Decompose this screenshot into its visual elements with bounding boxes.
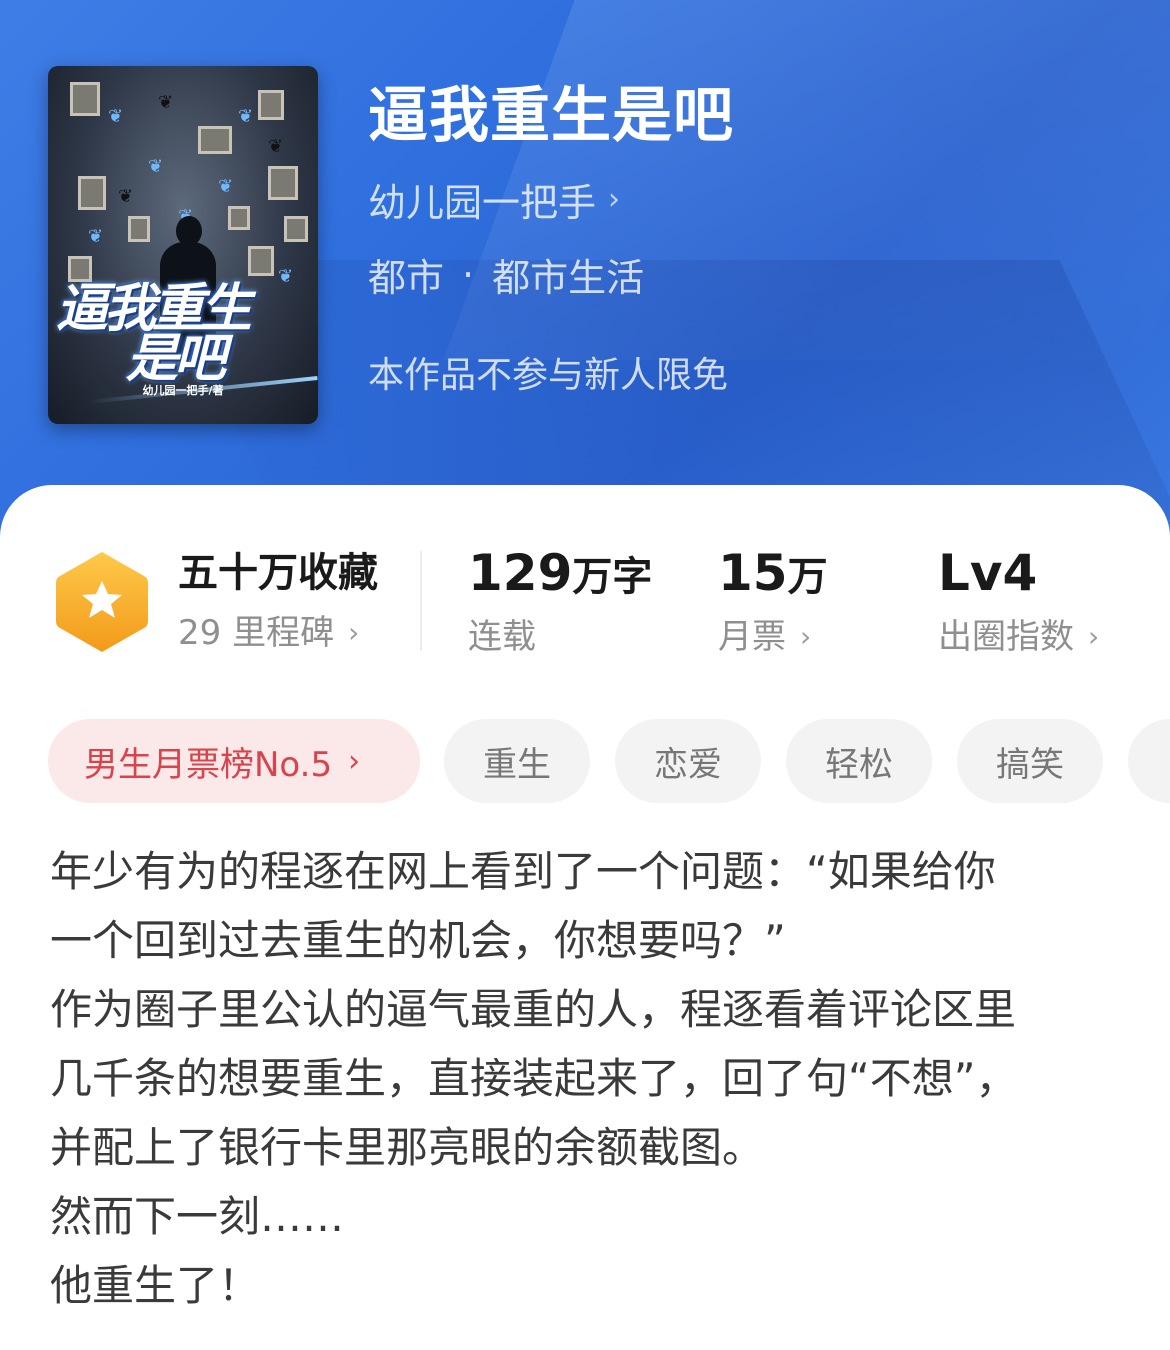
milestone-label: 29 里程碑 xyxy=(178,613,335,653)
cover-author: 幼儿园一把手/著 xyxy=(142,384,224,397)
monthly-votes-label: 月票 xyxy=(718,617,786,657)
description-line: 作为圈子里公认的逼气最重的人，程逐看着评论区里 xyxy=(50,985,1017,1034)
description-line: 并配上了银行卡里那亮眼的余额截图。 xyxy=(50,1123,765,1172)
stat-collection[interactable]: 五十万收藏 29 里程碑 › xyxy=(178,545,378,661)
level-label: 出圈指数 xyxy=(938,617,1074,657)
chevron-right-icon: › xyxy=(348,616,360,649)
cover-title: 逼我重生 是吧 xyxy=(56,279,252,389)
chevron-right-icon: › xyxy=(608,182,621,217)
subcategory-label: 都市生活 xyxy=(492,256,645,300)
tag-row: 男生月票榜No.5 › 重生 恋爱 轻松 搞笑 xyxy=(48,719,1170,803)
genre-line: 都市 · 都市生活 xyxy=(368,247,734,302)
stats-divider xyxy=(420,551,422,651)
book-description: 年少有为的程逐在网上看到了一个问题：“如果给你 一个回到过去重生的机会，你想要吗… xyxy=(50,837,1130,1320)
rank-label: 男生月票榜No.5 xyxy=(84,744,333,785)
monthly-votes-number: 15 xyxy=(718,544,788,602)
book-detail-card: 五十万收藏 29 里程碑 › 129万字 连载 15万 月票 › Lv4 出圈指… xyxy=(0,485,1170,1350)
tag-chip[interactable]: 重生 xyxy=(444,719,590,803)
collection-value: 五十万收藏 xyxy=(178,550,378,596)
tag-chip[interactable]: 轻松 xyxy=(786,719,932,803)
tag-chip[interactable]: 搞笑 xyxy=(957,719,1103,803)
rank-tag[interactable]: 男生月票榜No.5 › xyxy=(48,719,420,803)
description-line: 然而下一刻…… xyxy=(50,1192,345,1241)
promo-note: 本作品不参与新人限免 xyxy=(368,355,729,396)
chevron-right-icon: › xyxy=(348,743,361,779)
tag-chip[interactable]: 恋爱 xyxy=(615,719,761,803)
category-label: 都市 xyxy=(368,256,445,300)
monthly-votes-unit: 万 xyxy=(787,554,828,600)
level-value: Lv4 xyxy=(938,544,1038,602)
star-hexagon-icon[interactable] xyxy=(52,549,152,655)
chevron-right-icon: › xyxy=(800,620,812,653)
description-line: 几千条的想要重生，直接装起来了，回了句“不想”， xyxy=(50,1054,1018,1103)
word-count-unit: 万字 xyxy=(572,554,653,600)
word-count-number: 129 xyxy=(468,544,573,602)
chevron-right-icon: › xyxy=(1088,620,1100,653)
tag-chip-overflow[interactable] xyxy=(1128,719,1170,803)
author-link[interactable]: 幼儿园一把手 › xyxy=(368,172,734,227)
description-line: 年少有为的程逐在网上看到了一个问题：“如果给你 xyxy=(50,847,996,896)
stats-bar: 五十万收藏 29 里程碑 › 129万字 连载 15万 月票 › Lv4 出圈指… xyxy=(0,545,1170,657)
description-line: 一个回到过去重生的机会，你想要吗？” xyxy=(50,916,786,965)
book-title: 逼我重生是吧 xyxy=(368,81,734,151)
book-cover-image[interactable]: ❦ ❦ ❦ ❦ ❦ ❦ ❦ ❦ ❦ ❦ 逼我重生 是吧 幼儿园一把手/著 xyxy=(48,66,318,424)
stat-monthly-votes[interactable]: 15万 月票 › xyxy=(718,545,828,665)
genre-separator: · xyxy=(462,252,475,297)
stat-words: 129万字 连载 xyxy=(468,545,652,665)
description-line: 他重生了！ xyxy=(50,1261,261,1310)
serial-status: 连载 xyxy=(468,617,536,657)
stat-level[interactable]: Lv4 出圈指数 › xyxy=(938,545,1099,665)
book-header: ❦ ❦ ❦ ❦ ❦ ❦ ❦ ❦ ❦ ❦ 逼我重生 是吧 幼儿园一把手/著 逼我重… xyxy=(0,0,1170,560)
author-name: 幼儿园一把手 xyxy=(368,181,597,225)
